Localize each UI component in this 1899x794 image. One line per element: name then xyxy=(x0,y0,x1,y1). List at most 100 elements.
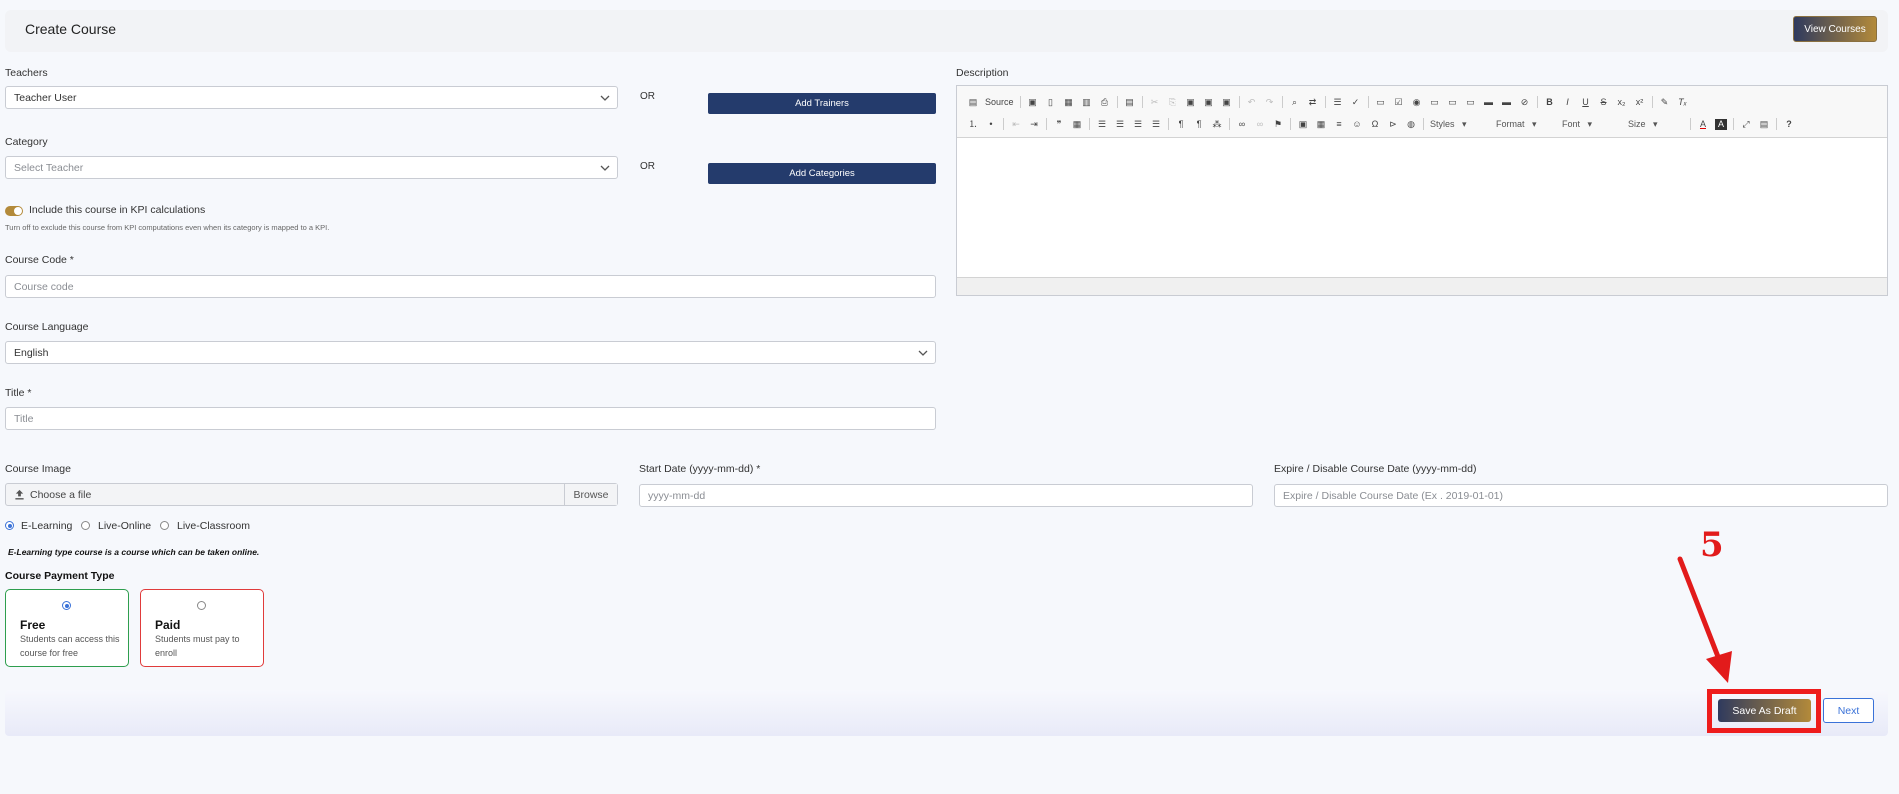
form-icon[interactable]: ▭ xyxy=(1375,97,1387,108)
ltr-icon[interactable]: ¶ xyxy=(1175,119,1187,130)
div-icon[interactable]: ▦ xyxy=(1071,119,1083,130)
select-field-icon[interactable]: ▭ xyxy=(1465,97,1477,108)
title-input[interactable]: Title xyxy=(5,407,936,430)
outdent-icon[interactable]: ⇤ xyxy=(1010,119,1022,130)
rtl-icon[interactable]: ¶ xyxy=(1193,119,1205,130)
help-icon[interactable]: ? xyxy=(1783,119,1795,130)
radio-live-online[interactable] xyxy=(81,521,90,530)
save-icon[interactable]: ▣ xyxy=(1027,97,1039,108)
next-button[interactable]: Next xyxy=(1823,698,1874,723)
payment-free-radio[interactable] xyxy=(62,601,71,610)
maximize-icon[interactable]: ⤢ xyxy=(1740,119,1752,130)
numbered-list-icon[interactable]: ⒈ xyxy=(967,119,979,130)
copy-formatting-icon[interactable]: ✎ xyxy=(1659,97,1671,108)
editor-toolbar-row-2: ⒈ • ⇤ ⇥ ❞ ▦ ☰ ☰ ☰ ☰ ¶ ¶ ⁂ ∞ ∞ ⚑ ▣ ▦ ≡ ☺ xyxy=(967,115,1795,133)
browse-button[interactable]: Browse xyxy=(564,484,617,505)
preview-icon[interactable]: ▥ xyxy=(1081,97,1093,108)
redo-icon[interactable]: ↷ xyxy=(1264,97,1276,108)
background-color-icon[interactable]: A xyxy=(1715,118,1727,130)
align-center-icon[interactable]: ☰ xyxy=(1114,119,1126,130)
anchor-icon[interactable]: ⚑ xyxy=(1272,119,1284,130)
start-date-placeholder: yyyy-mm-dd xyxy=(648,489,706,502)
radio-e-learning-label: E-Learning xyxy=(21,520,73,532)
unlink-icon[interactable]: ∞ xyxy=(1254,119,1266,130)
print-icon[interactable]: ⎙ xyxy=(1099,97,1111,108)
kpi-toggle[interactable] xyxy=(5,206,23,216)
teachers-select[interactable]: Teacher User xyxy=(5,86,618,109)
bulleted-list-icon[interactable]: • xyxy=(985,119,997,130)
chevron-down-icon xyxy=(600,95,610,101)
smiley-icon[interactable]: ☺ xyxy=(1351,119,1363,130)
start-date-label: Start Date (yyyy-mm-dd) * xyxy=(639,463,761,475)
new-page-icon[interactable]: ▯ xyxy=(1045,97,1057,108)
expire-date-input[interactable]: Expire / Disable Course Date (Ex . 2019-… xyxy=(1274,484,1888,507)
spellcheck-icon[interactable]: ✓ xyxy=(1350,97,1362,108)
page-break-icon[interactable]: ⊳ xyxy=(1387,119,1399,130)
superscript-icon[interactable]: x² xyxy=(1634,97,1646,108)
kpi-label: Include this course in KPI calculations xyxy=(29,204,206,216)
image-button-icon[interactable]: ▬ xyxy=(1501,97,1513,108)
subscript-icon[interactable]: x₂ xyxy=(1616,97,1628,108)
button-field-icon[interactable]: ▬ xyxy=(1483,97,1495,108)
course-image-input[interactable]: Choose a file Browse xyxy=(5,483,618,506)
hidden-field-icon[interactable]: ⊘ xyxy=(1519,97,1531,108)
bold-icon[interactable]: B xyxy=(1544,97,1556,108)
justify-icon[interactable]: ☰ xyxy=(1150,119,1162,130)
payment-paid-radio[interactable] xyxy=(197,601,206,610)
add-trainers-button[interactable]: Add Trainers xyxy=(708,93,936,114)
show-blocks-icon[interactable]: ▤ xyxy=(1758,119,1770,130)
category-select[interactable]: Select Teacher xyxy=(5,156,618,179)
table-icon[interactable]: ▦ xyxy=(1315,119,1327,130)
start-date-input[interactable]: yyyy-mm-dd xyxy=(639,484,1253,507)
text-field-icon[interactable]: ▭ xyxy=(1429,97,1441,108)
blockquote-icon[interactable]: ❞ xyxy=(1053,119,1065,130)
templates-icon[interactable]: ▦ xyxy=(1063,97,1075,108)
radio-icon[interactable]: ◉ xyxy=(1411,97,1423,108)
select-all-icon[interactable]: ☰ xyxy=(1332,97,1344,108)
font-dropdown[interactable]: Font ▾ xyxy=(1562,119,1622,130)
find-icon[interactable]: ⌕ xyxy=(1289,97,1301,108)
paste-word-icon[interactable]: ▣ xyxy=(1221,97,1233,108)
view-courses-button[interactable]: View Courses xyxy=(1793,16,1877,42)
textarea-icon[interactable]: ▭ xyxy=(1447,97,1459,108)
radio-live-classroom[interactable] xyxy=(160,521,169,530)
replace-icon[interactable]: ⇄ xyxy=(1307,97,1319,108)
text-color-icon[interactable]: A xyxy=(1697,119,1709,130)
expire-date-label: Expire / Disable Course Date (yyyy-mm-dd… xyxy=(1274,463,1477,475)
course-language-select[interactable]: English xyxy=(5,341,936,364)
align-left-icon[interactable]: ☰ xyxy=(1096,119,1108,130)
paste-text-icon[interactable]: ▣ xyxy=(1203,97,1215,108)
styles-dropdown[interactable]: Styles ▾ xyxy=(1430,119,1490,130)
special-char-icon[interactable]: Ω xyxy=(1369,119,1381,130)
annotation-arrow-icon xyxy=(1677,556,1732,683)
category-select-placeholder: Select Teacher xyxy=(14,161,84,174)
payment-free-card[interactable]: Free Students can access this course for… xyxy=(5,589,129,667)
copy-icon[interactable]: ⎘ xyxy=(1167,97,1179,108)
description-editor[interactable]: ▤ Source ▣ ▯ ▦ ▥ ⎙ ▤ ✂ ⎘ ▣ ▣ ▣ ↶ ↷ ⌕ ⇄ ☰… xyxy=(956,85,1888,296)
size-dropdown[interactable]: Size ▾ xyxy=(1628,119,1684,130)
link-icon[interactable]: ∞ xyxy=(1236,119,1248,130)
horizontal-line-icon[interactable]: ≡ xyxy=(1333,119,1345,130)
undo-icon[interactable]: ↶ xyxy=(1246,97,1258,108)
paste-template-icon[interactable]: ▤ xyxy=(1124,97,1136,108)
align-right-icon[interactable]: ☰ xyxy=(1132,119,1144,130)
paste-icon[interactable]: ▣ xyxy=(1185,97,1197,108)
cut-icon[interactable]: ✂ xyxy=(1149,97,1161,108)
indent-icon[interactable]: ⇥ xyxy=(1028,119,1040,130)
course-code-input[interactable]: Course code xyxy=(5,275,936,298)
source-icon[interactable]: ▤ xyxy=(967,97,979,108)
course-language-value: English xyxy=(14,346,49,359)
language-icon[interactable]: ⁂ xyxy=(1211,119,1223,130)
radio-e-learning[interactable] xyxy=(5,521,14,530)
payment-paid-card[interactable]: Paid Students must pay to enroll xyxy=(140,589,264,667)
source-button[interactable]: Source xyxy=(985,97,1014,107)
image-icon[interactable]: ▣ xyxy=(1297,119,1309,130)
iframe-icon[interactable]: ◍ xyxy=(1405,119,1417,130)
italic-icon[interactable]: I xyxy=(1562,97,1574,108)
add-categories-button[interactable]: Add Categories xyxy=(708,163,936,184)
underline-icon[interactable]: U xyxy=(1580,97,1592,108)
checkbox-icon[interactable]: ☑ xyxy=(1393,97,1405,108)
remove-format-icon[interactable]: Tₓ xyxy=(1677,97,1689,108)
format-dropdown[interactable]: Format ▾ xyxy=(1496,119,1556,130)
strike-icon[interactable]: S xyxy=(1598,97,1610,108)
